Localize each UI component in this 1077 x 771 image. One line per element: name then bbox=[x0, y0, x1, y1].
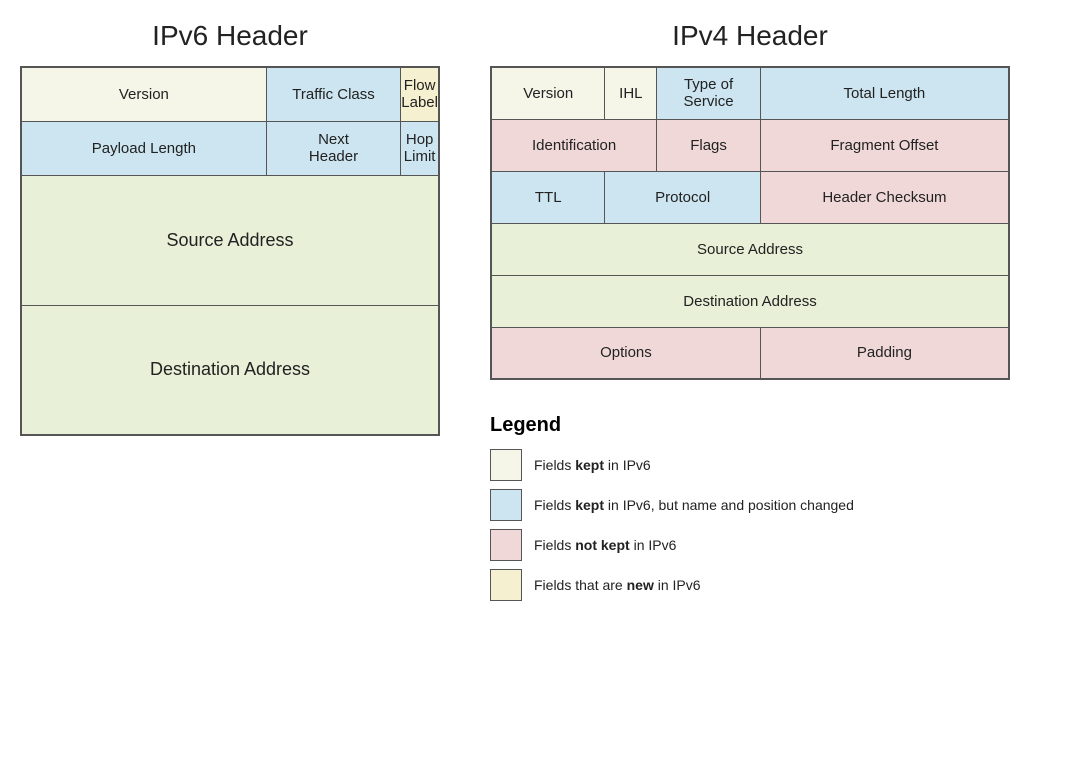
ipv4-source-address: Source Address bbox=[491, 223, 1009, 275]
ipv4-section: IPv4 Header Version IHL Type of Service … bbox=[480, 20, 1020, 619]
ipv4-padding: Padding bbox=[760, 327, 1009, 379]
ipv4-flags: Flags bbox=[657, 119, 761, 171]
ipv6-version: Version bbox=[21, 67, 266, 121]
ipv4-table: Version IHL Type of Service Total Length… bbox=[490, 66, 1010, 380]
legend-item-changed: Fields kept in IPv6, but name and positi… bbox=[490, 489, 1010, 521]
ipv4-options: Options bbox=[491, 327, 760, 379]
ipv4-ttl: TTL bbox=[491, 171, 605, 223]
main-container: IPv6 Header Version Traffic Class Flow L… bbox=[20, 20, 1057, 619]
legend-box-new bbox=[490, 569, 522, 601]
legend-box-kept bbox=[490, 449, 522, 481]
ipv6-next-header: NextHeader bbox=[266, 121, 401, 175]
ipv6-row-2: Payload Length NextHeader HopLimit bbox=[21, 121, 439, 175]
ipv6-flow-label: Flow Label bbox=[401, 67, 439, 121]
legend-text-notkept: Fields not kept in IPv6 bbox=[534, 537, 676, 553]
ipv4-total-length: Total Length bbox=[760, 67, 1009, 119]
ipv4-source-row: Source Address bbox=[491, 223, 1009, 275]
ipv4-row-3: TTL Protocol Header Checksum bbox=[491, 171, 1009, 223]
ipv6-row-1: Version Traffic Class Flow Label bbox=[21, 67, 439, 121]
ipv6-source-row: Source Address bbox=[21, 175, 439, 305]
legend-item-kept: Fields kept in IPv6 bbox=[490, 449, 1010, 481]
legend-box-notkept bbox=[490, 529, 522, 561]
ipv4-row-1: Version IHL Type of Service Total Length bbox=[491, 67, 1009, 119]
ipv4-destination-address: Destination Address bbox=[491, 275, 1009, 327]
ipv4-ihl: IHL bbox=[605, 67, 657, 119]
ipv6-traffic-class: Traffic Class bbox=[266, 67, 401, 121]
ipv4-tos: Type of Service bbox=[657, 67, 761, 119]
legend: Legend Fields kept in IPv6 Fields kept i… bbox=[490, 404, 1010, 619]
ipv6-payload-length: Payload Length bbox=[21, 121, 266, 175]
ipv6-hop-limit: HopLimit bbox=[401, 121, 439, 175]
legend-title: Legend bbox=[490, 414, 1010, 437]
ipv4-row-2: Identification Flags Fragment Offset bbox=[491, 119, 1009, 171]
ipv6-dest-row: Destination Address bbox=[21, 305, 439, 435]
ipv4-fragment-offset: Fragment Offset bbox=[760, 119, 1009, 171]
ipv4-version: Version bbox=[491, 67, 605, 119]
ipv4-options-row: Options Padding bbox=[491, 327, 1009, 379]
ipv6-title: IPv6 Header bbox=[152, 20, 308, 52]
legend-text-new: Fields that are new in IPv6 bbox=[534, 577, 701, 593]
ipv4-title: IPv4 Header bbox=[672, 20, 828, 52]
ipv6-source-address: Source Address bbox=[21, 175, 439, 305]
legend-text-changed: Fields kept in IPv6, but name and positi… bbox=[534, 497, 854, 513]
ipv4-dest-row: Destination Address bbox=[491, 275, 1009, 327]
ipv4-protocol: Protocol bbox=[605, 171, 760, 223]
ipv4-identification: Identification bbox=[491, 119, 657, 171]
legend-text-kept: Fields kept in IPv6 bbox=[534, 457, 651, 473]
legend-box-changed bbox=[490, 489, 522, 521]
ipv6-destination-address: Destination Address bbox=[21, 305, 439, 435]
ipv6-table: Version Traffic Class Flow Label Payload… bbox=[20, 66, 440, 436]
legend-item-notkept: Fields not kept in IPv6 bbox=[490, 529, 1010, 561]
legend-item-new: Fields that are new in IPv6 bbox=[490, 569, 1010, 601]
ipv6-section: IPv6 Header Version Traffic Class Flow L… bbox=[20, 20, 440, 619]
ipv4-header-checksum: Header Checksum bbox=[760, 171, 1009, 223]
